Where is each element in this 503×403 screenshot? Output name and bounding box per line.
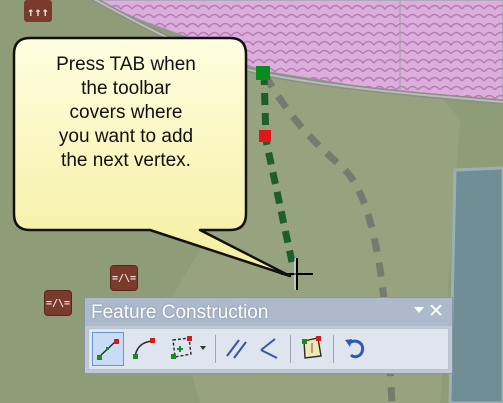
undo-icon — [345, 339, 365, 359]
toolbar-title: Feature Construction — [91, 302, 269, 323]
toolbar-separator-2 — [290, 335, 291, 363]
callout-line-2: the toolbar — [81, 78, 171, 99]
curve-segment-icon — [133, 338, 155, 359]
finish-sketch-icon — [302, 336, 322, 359]
straight-segment-button[interactable] — [92, 332, 124, 366]
perpendicular-icon — [260, 338, 278, 359]
trace-icon — [171, 336, 206, 359]
perpendicular-button[interactable] — [255, 332, 285, 366]
undo-button[interactable] — [339, 332, 371, 366]
feature-construction-toolbar[interactable]: Feature Construction ✕ — [84, 297, 453, 374]
callout-line-5: the next vertex. — [61, 150, 191, 171]
callout-line-3: covers where — [69, 102, 183, 123]
callout-text: Press TAB when the toolbar covers where … — [12, 53, 240, 173]
parallel-icon — [226, 339, 247, 359]
map-symbol-glyph-2: =/\= — [45, 297, 71, 309]
toolbar-separator — [215, 335, 216, 363]
map-symbol-bridge-2: =/\= — [44, 290, 72, 316]
trace-tool-button[interactable] — [165, 332, 211, 366]
callout-line-4: you want to add — [58, 126, 194, 147]
water-area — [448, 166, 503, 403]
toolbar-menu-caret-icon[interactable] — [414, 307, 424, 313]
svg-text:↑↑↑: ↑↑↑ — [27, 5, 49, 19]
map-symbol-bridge: =/\= — [110, 265, 138, 291]
toolbar-body — [88, 328, 449, 370]
curve-segment-button[interactable] — [129, 332, 159, 366]
sketch-vertex-current[interactable] — [259, 130, 271, 142]
map-symbol-glyph: =/\= — [111, 272, 137, 284]
toolbar-title-bar[interactable]: Feature Construction ✕ — [85, 298, 452, 326]
parallel-button[interactable] — [221, 332, 251, 366]
straight-segment-icon — [97, 339, 119, 360]
callout-line-1: Press TAB when — [56, 54, 196, 75]
close-icon[interactable]: ✕ — [428, 300, 444, 322]
sketch-vertex-start[interactable] — [256, 66, 270, 80]
finish-sketch-button[interactable] — [296, 332, 328, 366]
toolbar-separator-3 — [333, 335, 334, 363]
